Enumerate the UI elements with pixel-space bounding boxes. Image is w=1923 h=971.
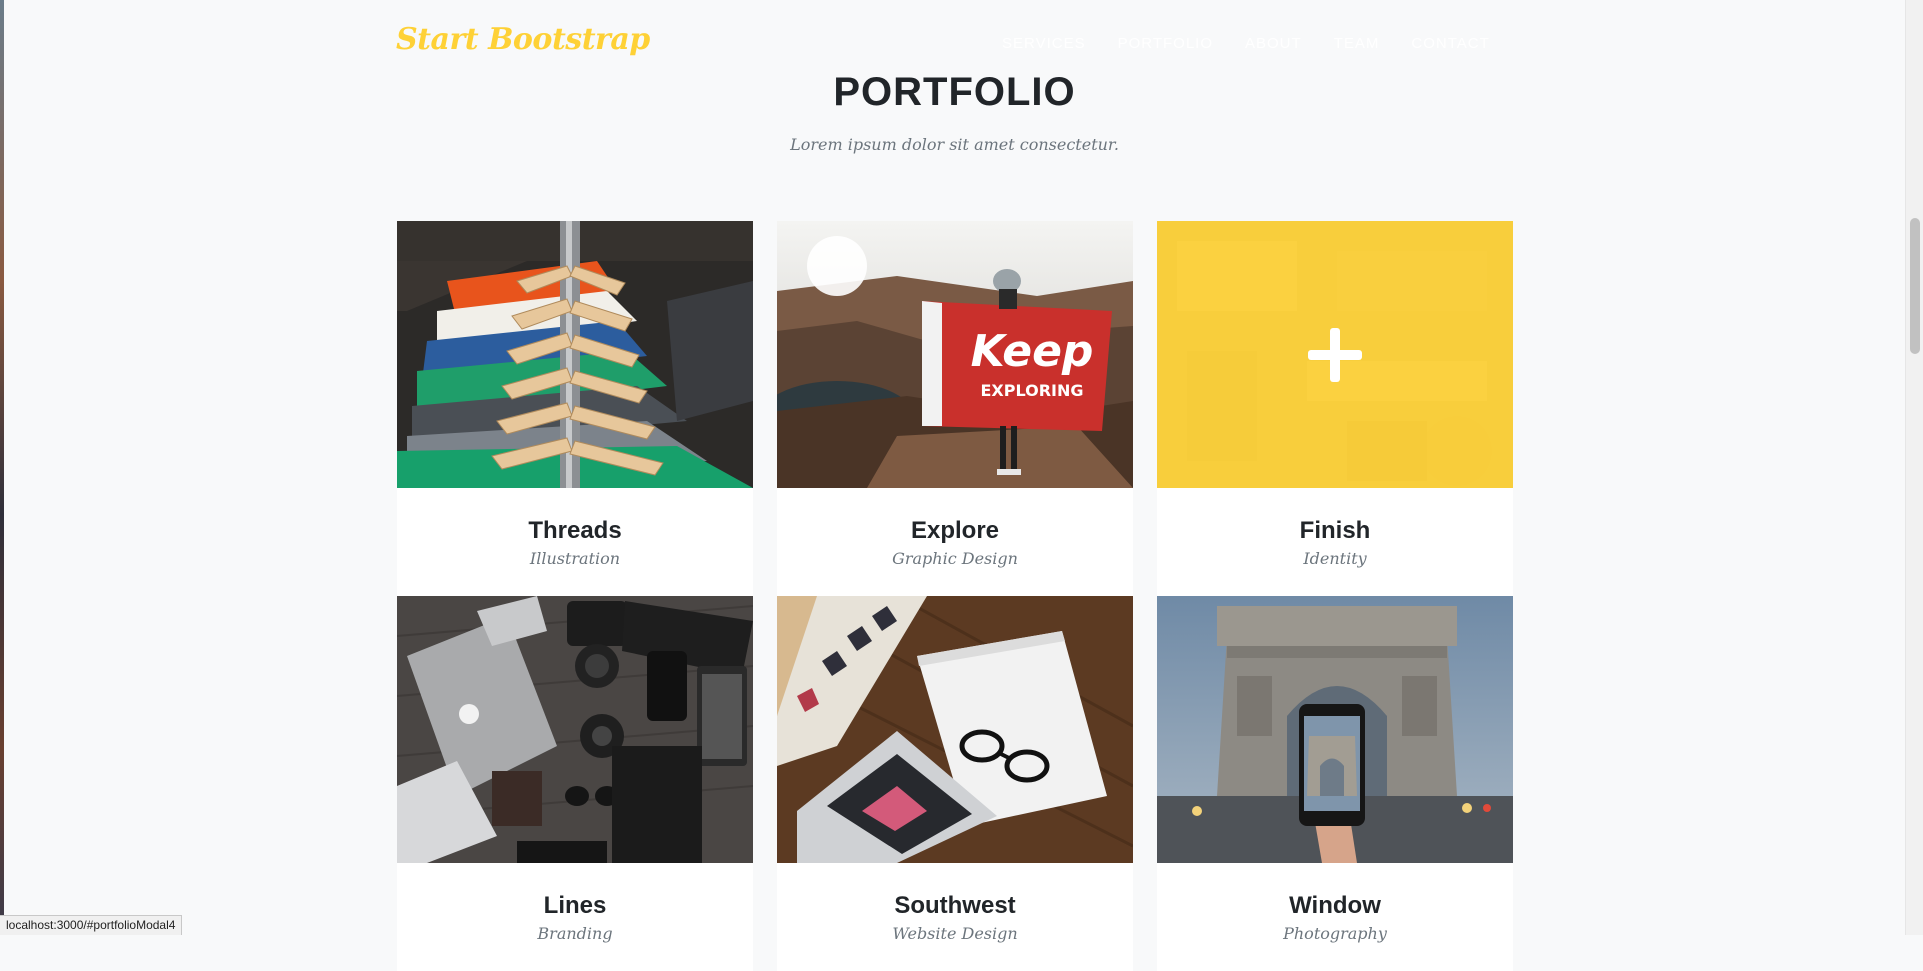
browser-status-bar: localhost:3000/#portfolioModal4 [0, 915, 183, 935]
portfolio-category: Website Design [892, 924, 1018, 943]
portfolio-item-southwest[interactable]: Southwest Website Design [777, 596, 1133, 971]
portfolio-category: Identity [1303, 549, 1367, 568]
portfolio-image-window[interactable] [1157, 596, 1513, 863]
svg-text:Keep: Keep [971, 326, 1094, 377]
portfolio-image-southwest[interactable] [777, 596, 1133, 863]
portfolio-title[interactable]: Southwest [777, 863, 1133, 920]
nav-link-about[interactable]: About [1245, 35, 1302, 52]
portfolio-title[interactable]: Threads [397, 488, 753, 545]
vertical-scrollbar[interactable] [1905, 0, 1923, 935]
portfolio-item-finish[interactable]: Finish Identity [1157, 221, 1513, 596]
portfolio-title[interactable]: Lines [397, 863, 753, 920]
nav-link-team[interactable]: Team [1334, 35, 1380, 52]
laptop-glasses-image [777, 596, 1133, 863]
plus-icon [1308, 327, 1362, 382]
portfolio-item-explore[interactable]: Keep EXPLORING Explore Graphic Design [777, 221, 1133, 596]
clothes-hangers-image [397, 221, 753, 488]
portfolio-category: Photography [1283, 924, 1387, 943]
nav-link-contact[interactable]: Contact [1411, 35, 1489, 52]
portfolio-hover-overlay[interactable] [1157, 221, 1513, 488]
nav-link-services[interactable]: Services [1002, 35, 1086, 52]
portfolio-item-threads[interactable]: Threads Illustration [397, 221, 753, 596]
portfolio-image-explore[interactable]: Keep EXPLORING [777, 221, 1133, 488]
portfolio-category: Branding [537, 924, 613, 943]
portfolio-caption: Threads Illustration [397, 488, 753, 596]
section-heading: PORTFOLIO [833, 70, 1076, 114]
portfolio-title[interactable]: Explore [777, 488, 1133, 545]
portfolio-caption: Lines Branding [397, 863, 753, 971]
portfolio-title[interactable]: Window [1157, 863, 1513, 920]
scrollbar-thumb[interactable] [1910, 218, 1920, 354]
portfolio-item-window[interactable]: Window Photography [1157, 596, 1513, 971]
portfolio-caption: Window Photography [1157, 863, 1513, 971]
arc-de-triomphe-image [1157, 596, 1513, 863]
portfolio-title[interactable]: Finish [1157, 488, 1513, 545]
section-subheading: Lorem ipsum dolor sit amet consectetur. [790, 135, 1119, 154]
portfolio-category: Graphic Design [892, 549, 1018, 568]
keep-exploring-image: Keep EXPLORING [777, 221, 1133, 488]
portfolio-image-threads[interactable] [397, 221, 753, 488]
portfolio-caption: Explore Graphic Design [777, 488, 1133, 596]
svg-text:EXPLORING: EXPLORING [980, 381, 1083, 400]
laptop-camera-image [397, 596, 753, 863]
portfolio-item-lines[interactable]: Lines Branding [397, 596, 753, 971]
nav-menu: Services Portfolio About Team Contact [1002, 35, 1522, 52]
portfolio-image-lines[interactable] [397, 596, 753, 863]
portfolio-caption: Finish Identity [1157, 488, 1513, 596]
portfolio-image-finish[interactable] [1157, 221, 1513, 488]
portfolio-category: Illustration [529, 549, 621, 568]
portfolio-caption: Southwest Website Design [777, 863, 1133, 971]
brand-logo[interactable]: Start Bootstrap [396, 22, 650, 57]
nav-link-portfolio[interactable]: Portfolio [1118, 35, 1213, 52]
